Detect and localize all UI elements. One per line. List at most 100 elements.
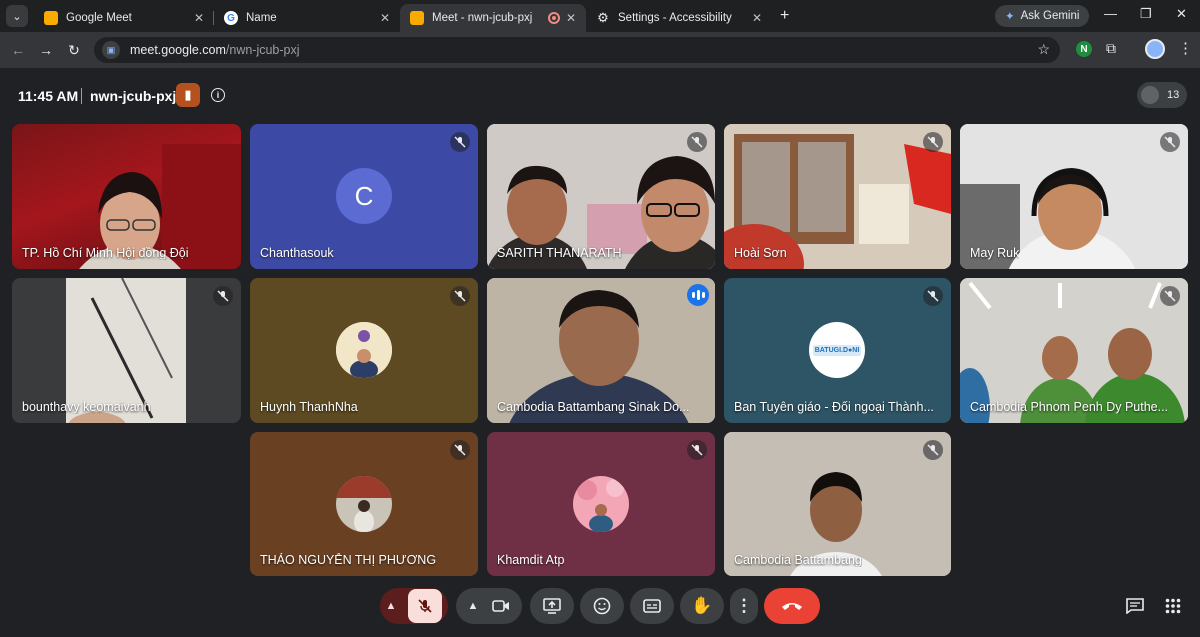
leave-call-button[interactable] <box>764 588 820 624</box>
captions-button[interactable] <box>630 588 674 624</box>
more-menu-icon[interactable]: ⋮ <box>1178 39 1193 57</box>
participant-name: Khamdit Atp <box>497 553 565 567</box>
participant-tile[interactable]: Cambodia Battambang <box>724 432 951 576</box>
recording-icon <box>547 12 560 24</box>
mic-off-icon <box>418 599 433 613</box>
mic-off-icon <box>1160 132 1180 152</box>
bookmark-star-icon[interactable]: ☆ <box>1037 41 1050 58</box>
speaking-indicator-icon <box>687 284 709 306</box>
participant-avatar-icon <box>1141 86 1159 104</box>
raise-hand-icon: ✋ <box>691 596 713 615</box>
participant-tile[interactable]: Hoài Sơn <box>724 124 951 269</box>
present-screen-icon <box>543 598 561 614</box>
participant-tile[interactable]: bounthavy keomaivanh <box>12 278 241 423</box>
new-tab-button[interactable]: + <box>780 7 789 25</box>
reactions-button[interactable] <box>580 588 624 624</box>
chat-button[interactable] <box>1126 598 1144 619</box>
meet-icon <box>410 11 424 25</box>
url-host: meet.google.com <box>130 43 226 57</box>
camera-options-chevron-icon[interactable]: ▲ <box>468 600 479 612</box>
ask-gemini-button[interactable]: ✦ Ask Gemini <box>995 5 1090 27</box>
tab-title: Meet - nwn-jcub-pxj <box>432 12 533 24</box>
meeting-time: 11:45 AM <box>18 88 79 104</box>
raise-hand-button[interactable]: ✋ <box>680 588 724 624</box>
more-options-button[interactable]: ⋮ <box>730 588 758 624</box>
forward-icon[interactable]: → <box>32 42 60 58</box>
reload-icon[interactable]: ↻ <box>60 42 88 59</box>
participant-tile[interactable]: TP. Hồ Chí Minh Hội đồng Đội <box>12 124 241 269</box>
participant-name: TP. Hồ Chí Minh Hội đồng Đội <box>22 246 189 260</box>
tab-google-meet[interactable]: Google Meet ✕ <box>34 4 214 32</box>
emoji-icon <box>593 597 611 615</box>
tab-close-icon[interactable]: ✕ <box>566 11 576 25</box>
gemini-icon: ✦ <box>1005 11 1015 23</box>
tab-name[interactable]: G Name ✕ <box>214 4 400 32</box>
mic-control-group: ▲ <box>380 588 448 624</box>
participant-tile[interactable]: BATUGI.D●NI Ban Tuyên giáo - Đối ngoại T… <box>724 278 951 423</box>
google-icon: G <box>224 11 238 25</box>
participant-tile[interactable]: THẢO NGUYỄN THỊ PHƯƠNG <box>250 432 478 576</box>
meet-icon <box>44 11 58 25</box>
mic-off-icon <box>923 440 943 460</box>
restore-icon[interactable]: ❐ <box>1140 6 1152 22</box>
address-bar-row: ← → ↻ ▣ meet.google.com/nwn-jcub-pxj ☆ N… <box>0 32 1200 68</box>
participant-tile[interactable]: Khamdit Atp <box>487 432 715 576</box>
chat-icon <box>1126 598 1144 615</box>
mic-options-chevron-icon[interactable]: ▲ <box>386 600 397 612</box>
meet-header: 11:45 AM nwn-jcub-pxj ▮ i 13 <box>0 68 1200 122</box>
extension-badge-icon[interactable]: N <box>1076 41 1092 57</box>
tab-search-button[interactable]: ⌄ <box>6 5 28 27</box>
tab-meet-active[interactable]: Meet - nwn-jcub-pxj ✕ <box>400 4 586 32</box>
participant-name: Ban Tuyên giáo - Đối ngoại Thành... <box>734 400 934 414</box>
tab-settings[interactable]: ⚙ Settings - Accessibility ✕ <box>586 4 772 32</box>
avatar-image <box>573 476 629 532</box>
participants-button[interactable]: 13 <box>1137 82 1188 108</box>
avatar: C <box>336 168 392 224</box>
breakout-door-icon[interactable]: ▮ <box>176 83 200 107</box>
participant-tile[interactable]: Huynh ThanhNha <box>250 278 478 423</box>
tab-title: Google Meet <box>66 12 132 24</box>
mic-off-icon <box>923 132 943 152</box>
tab-close-icon[interactable]: ✕ <box>380 11 390 25</box>
camera-control-group: ▲ <box>456 588 522 624</box>
browser-tab-bar: ⌄ Google Meet ✕ G Name ✕ Meet - nwn-jcub… <box>0 0 1200 32</box>
participant-name: Cambodia Battambang Sinak Do... <box>497 400 690 414</box>
mic-off-icon <box>1160 286 1180 306</box>
site-info-icon[interactable]: ▣ <box>102 41 120 59</box>
meeting-code: nwn-jcub-pxj <box>90 88 177 104</box>
participant-name: THẢO NGUYỄN THỊ PHƯƠNG <box>260 553 437 567</box>
profile-avatar[interactable] <box>1145 39 1165 59</box>
captions-icon <box>643 599 661 613</box>
tab-title: Name <box>246 12 277 24</box>
camera-icon[interactable] <box>492 599 510 613</box>
mic-off-icon <box>687 440 707 460</box>
mic-off-icon <box>450 286 470 306</box>
url-path: /nwn-jcub-pxj <box>225 43 300 57</box>
avatar-image <box>336 322 392 378</box>
participant-tile[interactable]: C Chanthasouk <box>250 124 478 269</box>
participant-name: Cambodia Battambang <box>734 553 862 567</box>
close-window-icon[interactable]: ✕ <box>1176 6 1187 22</box>
tab-close-icon[interactable]: ✕ <box>752 11 762 25</box>
more-options-icon: ⋮ <box>735 596 753 615</box>
present-screen-button[interactable] <box>530 588 574 624</box>
extensions-puzzle-icon[interactable]: ⧉ <box>1106 40 1116 57</box>
participant-tile[interactable]: SARITH THANARATH <box>487 124 715 269</box>
participant-count: 13 <box>1167 89 1180 101</box>
meeting-info-icon[interactable]: i <box>211 88 225 102</box>
back-icon[interactable]: ← <box>4 42 32 58</box>
mic-off-icon <box>923 286 943 306</box>
activities-button[interactable] <box>1165 598 1181 619</box>
minimize-icon[interactable]: — <box>1104 6 1117 21</box>
tab-title: Settings - Accessibility <box>618 12 732 24</box>
participant-name: Chanthasouk <box>260 246 334 260</box>
participant-name: bounthavy keomaivanh <box>22 400 151 414</box>
tab-close-icon[interactable]: ✕ <box>194 11 204 25</box>
url-input[interactable]: ▣ meet.google.com/nwn-jcub-pxj ☆ <box>94 37 1060 63</box>
gear-icon: ⚙ <box>597 10 609 25</box>
mic-off-button[interactable] <box>408 589 443 623</box>
participant-tile[interactable]: May Ruk <box>960 124 1188 269</box>
participant-tile[interactable]: Cambodia Phnom Penh Dy Puthe... <box>960 278 1188 423</box>
avatar-logo-text: BATUGI.D●NI <box>812 344 862 356</box>
participant-tile-active-speaker[interactable]: Cambodia Battambang Sinak Do... <box>487 278 715 423</box>
